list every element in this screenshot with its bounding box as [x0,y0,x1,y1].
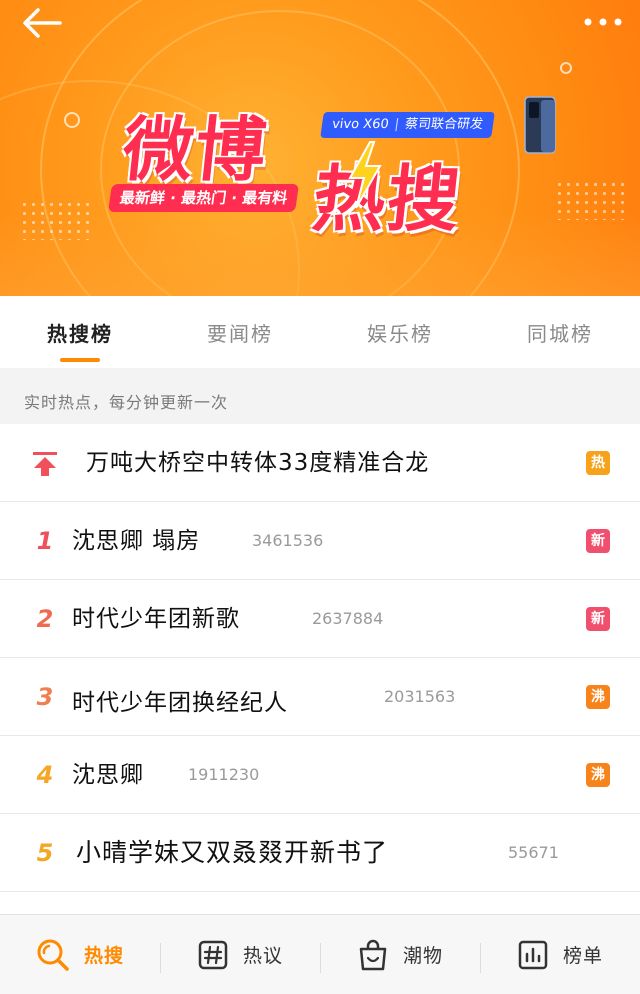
list-item-title: 时代少年团新歌 [72,606,240,632]
more-options-button[interactable] [578,8,628,36]
more-dots-icon [584,18,622,26]
logo-title-line2: 热搜 [308,156,466,241]
pin-top-icon [33,452,57,476]
list-item[interactable]: 1 沈思卿 塌房 3461536 新 [0,502,640,580]
list-item-count: 1911230 [188,765,260,784]
boiling-badge: 沸 [586,685,610,709]
list-item-title: 沈思卿 [72,762,144,788]
hot-search-banner: 微博 热搜 最新鲜 · 最热门 · 最有料 vivo X60 | 蔡司联合研发 [0,0,640,296]
weibo-hot-search-logo: 微博 热搜 最新鲜 · 最热门 · 最有料 vivo X60 | 蔡司联合研发 [106,90,556,241]
nav-trending-goods[interactable]: 潮物 [320,915,480,994]
hot-search-list: 万吨大桥空中转体33度精准合龙 热 1 沈思卿 塌房 3461536 新 2 时… [0,424,640,892]
decorative-circle [560,62,572,74]
bottom-navigation: 热搜 热议 潮物 榜单 [0,914,640,994]
nav-hot-search[interactable]: 热搜 [0,915,160,994]
list-item[interactable]: 5 小晴学妹又双叒叕开新书了 55671 [0,814,640,892]
list-item[interactable]: 3 时代少年团换经纪人 2031563 沸 [0,658,640,736]
list-item-title: 万吨大桥空中转体33度精准合龙 [86,450,430,476]
tab-local[interactable]: 同城榜 [480,296,640,368]
list-item-count: 2637884 [312,609,384,628]
list-item-title: 沈思卿 塌房 [72,528,201,554]
nav-label: 潮物 [402,945,443,967]
decorative-circle [64,112,80,128]
sponsor-tag: vivo X60 | 蔡司联合研发 [320,112,495,138]
tab-hot-search[interactable]: 热搜榜 [0,296,160,368]
nav-label: 热议 [242,945,283,967]
nav-label: 热搜 [83,945,124,967]
decorative-dots [555,180,625,220]
list-item-count: 3461536 [252,531,324,550]
tab-entertainment[interactable]: 娱乐榜 [320,296,480,368]
logo-title-line1: 微博 [119,108,272,191]
hot-badge: 热 [586,451,610,475]
lightning-bolt-icon [348,141,382,209]
search-icon [37,939,69,971]
sponsor-brand: vivo X60 [331,117,390,132]
boiling-badge: 沸 [586,763,610,787]
tab-news[interactable]: 要闻榜 [160,296,320,368]
sponsor-text: 蔡司联合研发 [403,117,485,132]
list-item-rank: 1 [36,527,54,555]
list-item-count: 2031563 [384,687,456,706]
list-item-title: 小晴学妹又双叒叕开新书了 [76,838,389,867]
new-badge: 新 [586,607,610,631]
ranking-tabs: 热搜榜 要闻榜 娱乐榜 同城榜 [0,296,640,368]
bar-chart-icon [518,940,548,969]
list-item-rank [28,424,62,502]
list-item[interactable]: 2 时代少年团新歌 2637884 新 [0,580,640,658]
list-item-pinned[interactable]: 万吨大桥空中转体33度精准合龙 热 [0,424,640,502]
banner-slogan: 最新鲜 · 最热门 · 最有料 [108,184,300,212]
list-item-rank: 3 [36,683,54,711]
nav-rankings[interactable]: 榜单 [480,915,640,994]
decorative-dots [20,200,90,240]
list-item-rank: 5 [36,839,54,867]
nav-discussion[interactable]: 热议 [160,915,320,994]
new-badge: 新 [586,529,610,553]
shopping-bag-icon [359,939,387,970]
list-item[interactable]: 4 沈思卿 1911230 沸 [0,736,640,814]
sponsor-separator: | [393,117,401,132]
phone-product-image [524,96,556,154]
arrow-left-icon [23,8,62,38]
list-item-title: 时代少年团换经纪人 [72,690,288,716]
hashtag-icon [198,940,228,969]
list-item-rank: 4 [36,761,54,789]
list-item-count: 55671 [508,843,559,862]
list-item-rank: 2 [36,605,54,633]
update-notice: 实时热点，每分钟更新一次 [0,368,640,424]
back-button[interactable] [20,6,64,40]
nav-label: 榜单 [562,945,603,967]
